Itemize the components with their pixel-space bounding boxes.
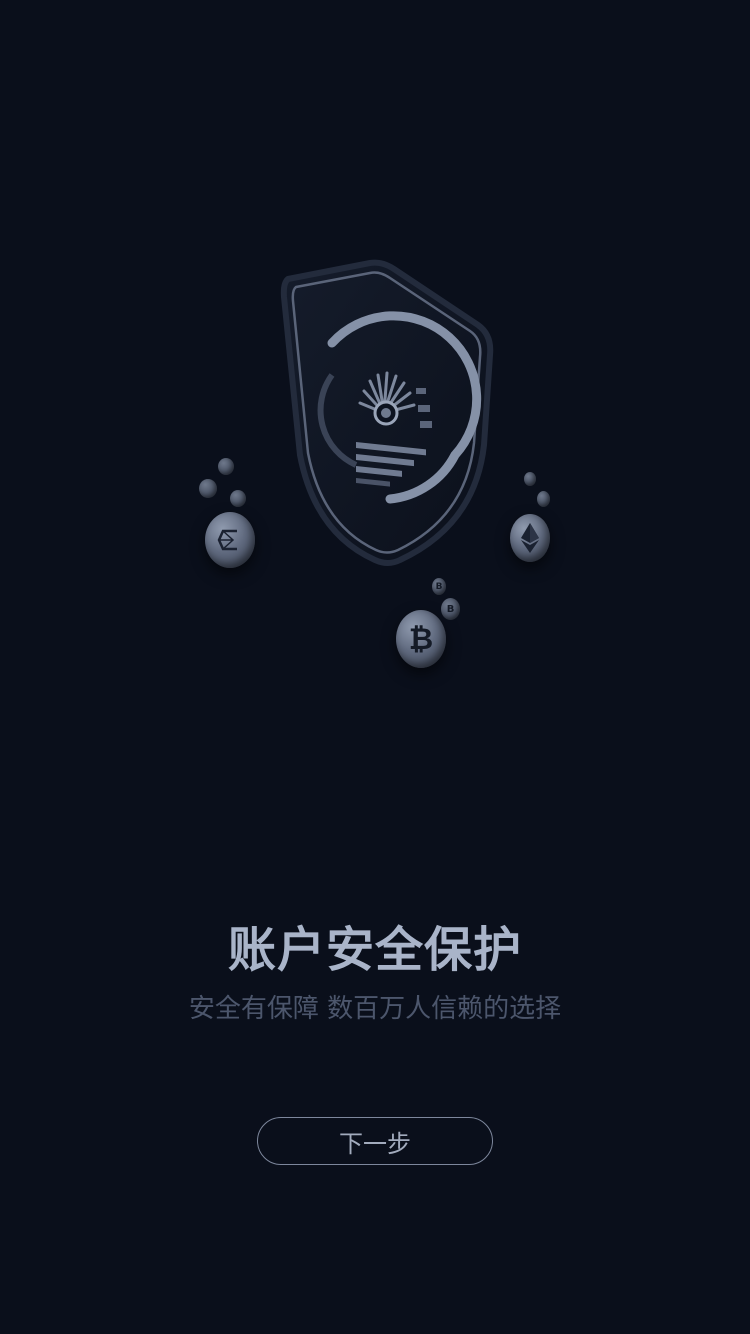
small-bitcoin-coin-icon: B <box>441 598 460 620</box>
crypto-c-glyph-icon <box>217 529 237 551</box>
small-coin-icon <box>218 458 234 475</box>
next-step-button[interactable]: 下一步 <box>257 1117 493 1165</box>
next-step-button-label: 下一步 <box>339 1129 411 1158</box>
page-subtitle: 安全有保障 数百万人信赖的选择 <box>188 994 562 1024</box>
small-coin-icon <box>537 491 550 507</box>
small-coin-icon <box>199 479 217 498</box>
shield-icon <box>280 259 494 566</box>
small-coin-icon <box>230 490 246 507</box>
ethereum-glyph-icon <box>521 523 539 553</box>
small-coin-icon <box>524 472 536 486</box>
page-title: 账户安全保护 <box>227 922 522 978</box>
small-bitcoin-coin-icon: B <box>432 578 446 595</box>
crypto-c-coin-icon <box>205 512 255 568</box>
security-illustration: B B ₿ <box>0 0 750 760</box>
ethereum-coin-icon <box>510 514 550 562</box>
bitcoin-coin-icon: ₿ <box>396 610 446 668</box>
